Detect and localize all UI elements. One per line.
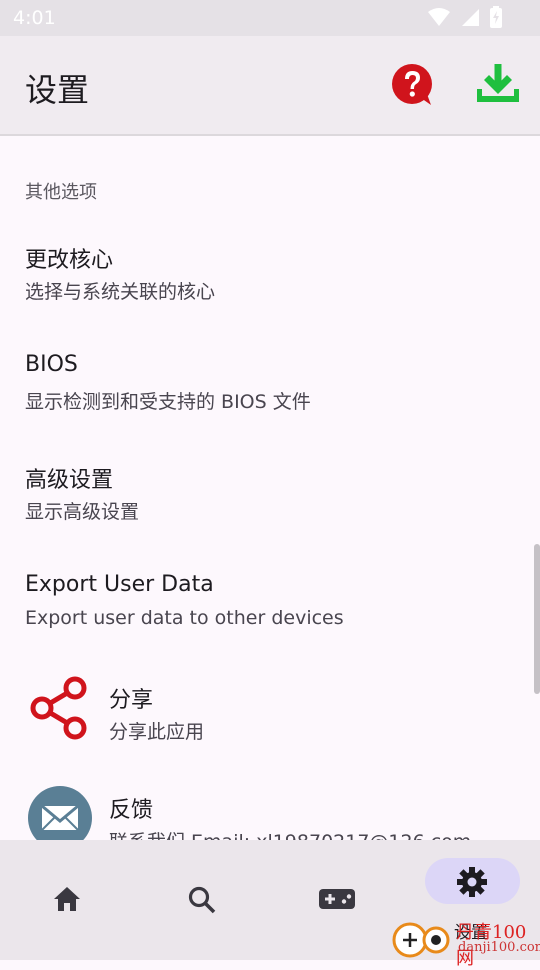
gear-icon (457, 867, 487, 897)
home-icon (54, 887, 80, 911)
setting-feedback[interactable]: 反馈 联系我们 Email: xl19870217@126.com (0, 786, 530, 840)
status-time: 4:01 (13, 7, 56, 29)
download-icon (477, 64, 519, 102)
setting-bios[interactable]: BIOS 显示检测到和受支持的 BIOS 文件 (0, 352, 530, 452)
setting-title: BIOS (25, 352, 78, 377)
watermark-url: danji100.com (458, 940, 540, 955)
setting-title: 分享 (109, 688, 154, 713)
gamepad-icon (319, 889, 355, 909)
share-icon (30, 676, 87, 740)
setting-change-core[interactable]: 更改核心 选择与系统关联的核心 (0, 242, 530, 342)
status-bar: 4:01 (0, 0, 540, 36)
nav-games[interactable] (287, 860, 387, 924)
settings-list: 其他选项 更改核心 选择与系统关联的核心 BIOS 显示检测到和受支持的 BIO… (0, 138, 540, 840)
setting-subtitle: 联系我们 Email: xl19870217@126.com (109, 827, 471, 840)
watermark: 丹青100网 danji100.com (392, 918, 540, 969)
watermark-logo-icon (392, 922, 450, 958)
setting-title: 更改核心 (25, 248, 114, 273)
signal-icon (462, 9, 479, 26)
nav-search[interactable] (152, 860, 252, 924)
download-button[interactable] (475, 61, 521, 107)
page-title: 设置 (25, 71, 90, 109)
status-icons (428, 6, 502, 28)
help-button[interactable] (391, 63, 435, 107)
battery-icon (490, 6, 502, 28)
setting-advanced[interactable]: 高级设置 显示高级设置 (0, 462, 530, 562)
section-header: 其他选项 (25, 182, 97, 203)
app-bar: 设置 (0, 36, 540, 136)
scrollbar[interactable] (534, 544, 540, 694)
setting-title: Export User Data (25, 572, 214, 597)
setting-export-user-data[interactable]: Export User Data Export user data to oth… (0, 572, 530, 672)
search-icon (188, 886, 216, 914)
setting-title: 反馈 (109, 798, 154, 823)
wifi-icon (428, 8, 450, 26)
nav-home[interactable] (17, 860, 117, 924)
help-icon (392, 64, 432, 105)
nav-settings[interactable] (425, 858, 520, 904)
setting-subtitle: 分享此应用 (109, 721, 205, 743)
setting-subtitle: 显示检测到和受支持的 BIOS 文件 (25, 391, 311, 413)
mail-icon (28, 786, 92, 840)
setting-subtitle: 选择与系统关联的核心 (25, 281, 216, 303)
setting-subtitle: 显示高级设置 (25, 501, 140, 523)
setting-subtitle: Export user data to other devices (25, 607, 344, 629)
setting-title: 高级设置 (25, 468, 114, 493)
setting-share[interactable]: 分享 分享此应用 (0, 676, 530, 782)
